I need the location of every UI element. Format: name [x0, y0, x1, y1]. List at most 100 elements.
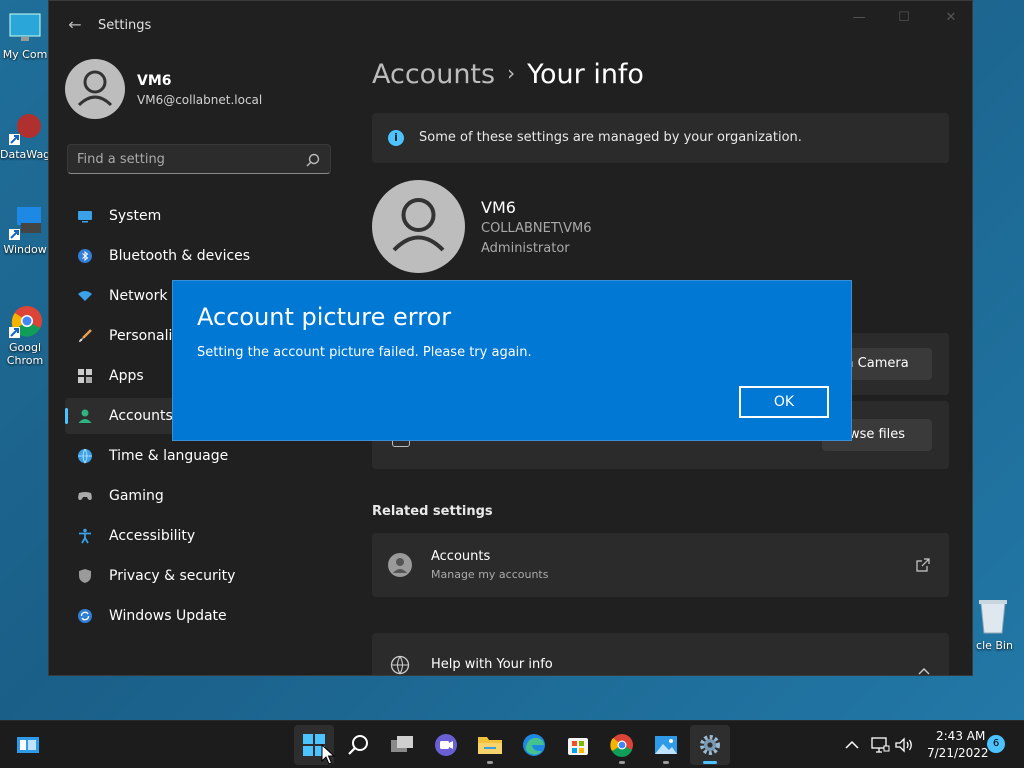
desktop-icon-label: Window: [3, 243, 47, 256]
external-link-icon: [916, 557, 930, 572]
minimize-button[interactable]: —: [847, 9, 871, 27]
bluetooth-icon: [77, 248, 93, 264]
gamepad-icon: [77, 488, 93, 504]
title-bar[interactable]: ← Settings — ☐ ✕: [49, 1, 972, 51]
back-button[interactable]: ←: [65, 15, 85, 35]
user-icon: [77, 70, 113, 107]
sidebar-item-label: Privacy & security: [109, 568, 236, 584]
mouse-cursor-icon: [321, 743, 336, 766]
photos-button[interactable]: [646, 725, 686, 765]
widgets-button[interactable]: [8, 725, 48, 765]
sidebar-item-label: Time & language: [109, 448, 229, 464]
update-icon: [77, 608, 93, 624]
brush-icon: [77, 328, 93, 344]
account-picture: [372, 180, 465, 273]
sidebar-item-label: Gaming: [109, 488, 164, 504]
related-item-title: Accounts: [431, 549, 491, 564]
desktop-icon-google-chrome[interactable]: Googl Chrom: [0, 303, 50, 367]
breadcrumb-separator: ›: [507, 61, 516, 85]
desktop-icon-label: cle Bin: [976, 639, 1013, 652]
store-icon: [568, 738, 588, 755]
breadcrumb: Accounts › Your info: [372, 59, 644, 90]
network-icon: [77, 288, 93, 304]
profile-email: VM6@collabnet.local: [137, 93, 263, 107]
speaker-icon[interactable]: [894, 735, 914, 755]
account-role: Administrator: [481, 241, 570, 256]
sidebar-item-gaming[interactable]: Gaming: [65, 478, 335, 514]
search-box[interactable]: [67, 144, 331, 174]
related-settings-heading: Related settings: [372, 504, 493, 519]
search-icon[interactable]: [306, 152, 320, 167]
chevron-up-icon[interactable]: [918, 660, 930, 675]
desktop-icon-windows[interactable]: Window: [0, 205, 50, 256]
window-title: Settings: [98, 18, 152, 33]
desktop-icon-label: DataWag: [0, 148, 50, 161]
task-view-button[interactable]: [382, 725, 422, 765]
help-title: Help with Your info: [431, 657, 553, 672]
globe-icon: [390, 655, 410, 675]
shield-icon: [77, 568, 93, 584]
chrome-icon: [610, 734, 633, 757]
task-view-icon: [391, 736, 413, 752]
sidebar-item-accessibility[interactable]: Accessibility: [65, 518, 335, 554]
gear-icon: [700, 735, 720, 755]
sidebar-item-privacy-security[interactable]: Privacy & security: [65, 558, 335, 594]
dialog-message: Setting the account picture failed. Plea…: [197, 345, 532, 360]
help-your-info-card[interactable]: Help with Your info: [372, 633, 949, 675]
sidebar-item-label: Personaliz: [109, 328, 180, 344]
network-icon[interactable]: [870, 735, 890, 755]
folder-icon: [478, 737, 502, 754]
account-picture-error-dialog: Account picture error Setting the accoun…: [172, 280, 852, 441]
windows-shortcut-icon: [7, 205, 43, 241]
sidebar-item-label: Windows Update: [109, 608, 227, 624]
chevron-up-icon[interactable]: [842, 735, 862, 755]
store-button[interactable]: [558, 725, 598, 765]
recycle-bin-icon: [975, 595, 1011, 635]
sidebar-item-bluetooth-devices[interactable]: Bluetooth & devices: [65, 238, 335, 274]
info-banner-text: Some of these settings are managed by yo…: [419, 130, 802, 145]
desktop-icon-recycle-bin[interactable]: cle Bin: [965, 595, 1024, 652]
search-icon: [348, 735, 368, 755]
account-name: VM6: [481, 198, 516, 217]
accessibility-icon: [77, 528, 93, 544]
file-explorer-button[interactable]: [470, 725, 510, 765]
desktop-icon-my-computer[interactable]: My Com: [0, 10, 50, 61]
taskbar: 2:43 AM 7/21/2022: [0, 720, 1024, 768]
teams-chat-button[interactable]: [426, 725, 466, 765]
clock-time[interactable]: 2:43 AM: [936, 729, 985, 743]
sidebar-item-windows-update[interactable]: Windows Update: [65, 598, 335, 634]
profile-avatar[interactable]: [65, 59, 125, 119]
running-indicator: [663, 761, 669, 764]
desktop-icon-label: My Com: [2, 48, 48, 61]
sidebar-item-label: System: [109, 208, 162, 224]
breadcrumb-accounts[interactable]: Accounts: [372, 59, 495, 90]
photos-icon: [655, 736, 677, 754]
chrome-button[interactable]: [602, 725, 642, 765]
related-item-subtitle: Manage my accounts: [431, 568, 549, 581]
maximize-button[interactable]: ☐: [892, 9, 916, 27]
monitor-icon: [7, 10, 43, 46]
clock-date[interactable]: 7/21/2022: [927, 746, 989, 760]
org-managed-banner: i Some of these settings are managed by …: [372, 113, 949, 163]
related-accounts-link[interactable]: Accounts Manage my accounts: [372, 533, 949, 597]
globe-icon: [77, 448, 93, 464]
user-icon: [392, 198, 445, 252]
edge-button[interactable]: [514, 725, 554, 765]
sidebar-item-label: Accounts: [109, 408, 173, 424]
account-domain: COLLABNET\VM6: [481, 221, 592, 236]
sidebar-item-label: Bluetooth & devices: [109, 248, 251, 264]
datawag-icon: [7, 110, 43, 146]
search-input[interactable]: [68, 145, 288, 173]
profile-name: VM6: [137, 73, 172, 89]
sidebar-item-time-language[interactable]: Time & language: [65, 438, 335, 474]
close-button[interactable]: ✕: [939, 9, 963, 27]
running-indicator: [487, 761, 493, 764]
sidebar-item-system[interactable]: System: [65, 198, 335, 234]
notification-badge[interactable]: 6: [987, 735, 1005, 753]
ok-button[interactable]: OK: [739, 386, 829, 418]
search-button[interactable]: [338, 725, 378, 765]
desktop-icon-datawag[interactable]: DataWag: [0, 110, 50, 161]
edge-icon: [523, 734, 545, 756]
settings-taskbar-button[interactable]: [690, 725, 730, 765]
running-indicator: [703, 761, 717, 764]
